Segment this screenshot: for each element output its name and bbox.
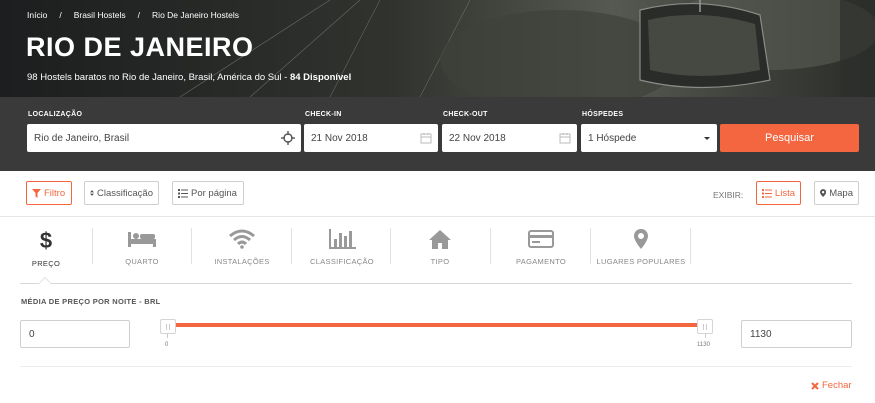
page-subtitle: 98 Hostels baratos no Rio de Janeiro, Br… <box>27 72 351 83</box>
tab-label: LUGARES POPULARES <box>596 257 686 266</box>
calendar-icon <box>420 133 432 144</box>
location-value: Rio de Janeiro, Brasil <box>34 132 130 144</box>
credit-card-icon <box>528 230 554 248</box>
view-label: EXIBIR: <box>713 190 744 200</box>
price-max-value: 1130 <box>750 328 772 340</box>
location-input[interactable]: Rio de Janeiro, Brasil <box>27 124 301 152</box>
map-marker-icon <box>820 189 827 197</box>
tab-tipo[interactable]: TIPO <box>410 217 470 275</box>
tab-preco[interactable]: $ PREÇO <box>20 217 72 275</box>
close-icon <box>811 381 819 390</box>
list-icon <box>762 188 772 198</box>
bed-icon <box>128 232 156 247</box>
calendar-icon <box>559 133 571 144</box>
bar-chart-icon <box>329 229 356 249</box>
svg-text:$: $ <box>40 229 52 251</box>
available-count: 84 Disponível <box>289 72 352 83</box>
home-icon <box>429 230 451 249</box>
breadcrumb-separator: / <box>137 10 141 20</box>
price-min-input[interactable]: 0 <box>20 320 130 348</box>
checkin-label: CHECK-IN <box>305 111 342 118</box>
slider-tick <box>705 333 706 338</box>
page-title: RIO DE JANEIRO <box>26 32 254 62</box>
active-tab-indicator <box>38 277 52 284</box>
breadcrumb-link-brasil[interactable]: Brasil Hostels <box>74 10 126 20</box>
checkout-label: CHECK-OUT <box>443 111 488 118</box>
sort-label: Classificação <box>97 187 153 199</box>
price-filter-title: MÉDIA DE PREÇO POR NOITE - BRL <box>21 297 161 306</box>
tab-label: CLASSIFICAÇÃO <box>310 257 374 266</box>
subtitle-text: 98 Hostels baratos no Rio de Janeiro, Br… <box>27 72 290 83</box>
guests-label: HÓSPEDES <box>582 111 624 118</box>
price-slider-range <box>168 323 706 327</box>
filter-tabs: $ PREÇO QUARTO INSTALAÇÕES CLASSIFICAÇÃO… <box>0 217 875 284</box>
price-min-value: 0 <box>29 328 35 340</box>
filter-label: Filtro <box>44 187 66 199</box>
per-page-button[interactable]: Por página <box>172 181 244 205</box>
guests-select[interactable]: 1 Hóspede <box>581 124 717 152</box>
checkin-input[interactable]: 21 Nov 2018 <box>304 124 438 152</box>
filter-button[interactable]: Filtro <box>26 181 72 205</box>
search-bar: LOCALIZAÇÃO Rio de Janeiro, Brasil CHECK… <box>0 97 875 171</box>
checkin-value: 21 Nov 2018 <box>311 132 368 144</box>
sort-button[interactable]: Classificação <box>84 181 159 205</box>
wifi-icon <box>229 229 255 249</box>
dollar-icon: $ <box>40 229 52 251</box>
breadcrumb-link-inicio[interactable]: Início <box>27 10 47 20</box>
tab-pagamento[interactable]: PAGAMENTO <box>506 217 576 275</box>
checkout-value: 22 Nov 2018 <box>449 132 506 144</box>
tab-label: QUARTO <box>125 257 159 266</box>
tabs-divider <box>20 283 852 284</box>
price-max-input[interactable]: 1130 <box>741 320 852 348</box>
tab-quarto[interactable]: QUARTO <box>107 217 177 275</box>
results-toolbar: Filtro Classificação Por página EXIBIR: … <box>0 171 875 217</box>
map-view-button[interactable]: Mapa <box>814 181 859 205</box>
hero-banner: Início / Brasil Hostels / Rio De Janeiro… <box>0 0 875 97</box>
price-slider-max-handle[interactable] <box>697 319 713 334</box>
list-label: Lista <box>774 187 795 199</box>
map-label: Mapa <box>829 187 853 199</box>
slider-scale-max: 1130 <box>697 342 710 348</box>
sort-icon <box>90 190 95 196</box>
breadcrumb: Início / Brasil Hostels / Rio De Janeiro… <box>27 10 239 20</box>
close-filters-button[interactable]: Fechar <box>811 380 852 391</box>
list-view-button[interactable]: Lista <box>756 181 801 205</box>
slider-scale-min: 0 <box>165 342 169 348</box>
tab-classificacao[interactable]: CLASSIFICAÇÃO <box>301 217 383 275</box>
tab-label: INSTALAÇÕES <box>214 257 270 266</box>
tab-label: PREÇO <box>31 259 61 268</box>
per-page-label: Por página <box>191 187 237 199</box>
breadcrumb-link-rio[interactable]: Rio De Janeiro Hostels <box>152 10 239 20</box>
search-button[interactable]: Pesquisar <box>720 124 859 152</box>
tab-label: PAGAMENTO <box>516 257 566 266</box>
tab-instalacoes[interactable]: INSTALAÇÕES <box>202 217 282 275</box>
checkout-input[interactable]: 22 Nov 2018 <box>442 124 577 152</box>
crosshair-icon[interactable] <box>281 131 295 145</box>
section-divider <box>20 366 852 367</box>
breadcrumb-separator: / <box>59 10 62 20</box>
caret-down-icon <box>704 137 710 140</box>
price-slider-min-handle[interactable] <box>160 319 176 334</box>
location-label: LOCALIZAÇÃO <box>28 111 83 118</box>
filter-icon <box>32 188 41 198</box>
tab-lugares-populares[interactable]: LUGARES POPULARES <box>595 217 687 275</box>
map-marker-icon <box>634 229 648 249</box>
list-ordered-icon <box>178 188 188 198</box>
tab-label: TIPO <box>430 257 450 266</box>
close-label: Fechar <box>822 380 852 391</box>
guests-value: 1 Hóspede <box>588 132 637 144</box>
slider-tick <box>167 333 168 338</box>
